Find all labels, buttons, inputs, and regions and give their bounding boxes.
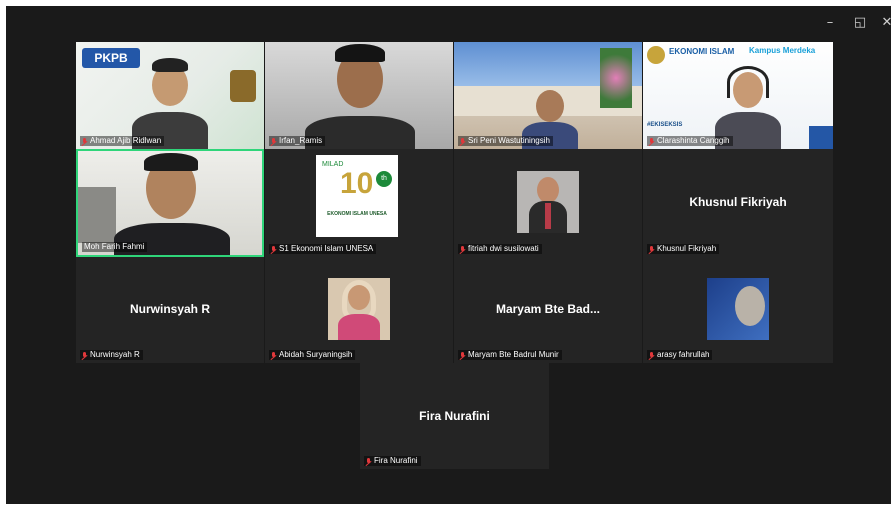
unesa-logo-number: 10 — [340, 167, 374, 200]
mic-muted-icon — [460, 245, 465, 253]
ekonomi-islam-title: EKONOMI ISLAM — [669, 47, 735, 56]
participant-display-name: Khusnul Fikriyah — [689, 195, 787, 209]
university-logo-icon — [647, 46, 665, 64]
restore-icon[interactable]: ◱ — [851, 16, 869, 30]
profile-picture — [517, 171, 579, 233]
mic-muted-icon — [460, 351, 465, 359]
minimize-icon[interactable]: – — [821, 16, 839, 30]
video-tile-s1-ekonomi[interactable]: MILAD 10 th EKONOMI ISLAM UNESA S1 Ekono… — [265, 149, 453, 257]
video-tile-nurwinsyah[interactable]: Nurwinsyah R Nurwinsyah R — [76, 257, 264, 363]
participant-name-label: Ahmad Ajib Ridlwan — [80, 136, 165, 146]
unesa-logo-caption: EKONOMI ISLAM UNESA — [327, 211, 387, 217]
unesa-logo: MILAD 10 th EKONOMI ISLAM UNESA — [316, 155, 398, 237]
video-tile-maryam[interactable]: Maryam Bte Bad... Maryam Bte Badrul Muni… — [454, 257, 642, 363]
participant-name-label: Moh Farih Fahmi — [82, 242, 148, 252]
video-tile-arasy[interactable]: arasy fahrullah — [643, 257, 833, 363]
profile-picture — [328, 278, 390, 340]
profile-picture — [707, 278, 769, 340]
hair-shape — [335, 44, 385, 62]
video-tile-fitriah[interactable]: fitriah dwi susilowati — [454, 149, 642, 257]
hair-shape — [144, 153, 198, 171]
participant-display-name: Fira Nurafini — [419, 409, 490, 423]
mic-muted-icon — [271, 137, 276, 145]
video-tile-fira[interactable]: Fira Nurafini Fira Nurafini — [360, 363, 549, 469]
participant-name-label: Khusnul Fikriyah — [647, 244, 720, 254]
participant-name-label: fitriah dwi susilowati — [458, 244, 542, 254]
video-tile-ahmad[interactable]: PKPB Ahmad Ajib Ridlwan — [76, 42, 264, 149]
participant-name-label: arasy fahrullah — [647, 350, 713, 360]
mic-muted-icon — [649, 137, 654, 145]
video-tile-abidah[interactable]: Abidah Suryaningsih — [265, 257, 453, 363]
video-tile-irfan[interactable]: Irfan_Ramis — [265, 42, 453, 149]
mic-muted-icon — [82, 137, 87, 145]
mic-muted-icon — [649, 245, 654, 253]
close-icon[interactable]: ✕ — [878, 16, 891, 30]
event-badge-icon — [230, 70, 256, 102]
video-tile-moh-farih[interactable]: Moh Farih Fahmi — [76, 149, 264, 257]
headphones-icon — [727, 66, 769, 98]
pkpb-logo: PKPB — [82, 48, 140, 68]
participant-name-label: Fira Nurafini — [364, 456, 421, 466]
orchid-shape — [600, 48, 632, 108]
participant-name-label: Nurwinsyah R — [80, 350, 143, 360]
mic-muted-icon — [649, 351, 654, 359]
participant-name-label: Clarashinta Canggih — [647, 136, 733, 146]
participant-name-label: S1 Ekonomi Islam UNESA — [269, 244, 377, 254]
scarf-shape — [545, 203, 551, 229]
mic-muted-icon — [271, 245, 276, 253]
decor-shape — [809, 126, 833, 149]
unesa-logo-th: th — [376, 171, 392, 187]
participant-name-label: Sri Peni Wastutiningsih — [458, 136, 553, 146]
eki-tag: #EKISEKSIS — [647, 122, 683, 128]
mic-muted-icon — [271, 351, 276, 359]
participant-name-label: Irfan_Ramis — [269, 136, 326, 146]
mic-muted-icon — [82, 351, 87, 359]
cap-shape — [152, 58, 188, 72]
video-tile-khusnul[interactable]: Khusnul Fikriyah Khusnul Fikriyah — [643, 149, 833, 257]
participant-name-label: Maryam Bte Badrul Munir — [458, 350, 562, 360]
mic-muted-icon — [460, 137, 465, 145]
video-tile-sri-peni[interactable]: Sri Peni Wastutiningsih — [454, 42, 642, 149]
participant-display-name: Nurwinsyah R — [129, 302, 210, 316]
window-shape — [78, 187, 116, 243]
participant-body — [338, 314, 380, 340]
kampus-merdeka-title: Kampus Merdeka — [749, 46, 816, 55]
meeting-window: – ◱ ✕ PKPB Ahmad Ajib Ridlwan Irfan_Rami… — [6, 6, 891, 504]
mic-muted-icon — [366, 457, 371, 465]
participant-display-name: Maryam Bte Bad... — [495, 302, 601, 316]
participant-face — [735, 286, 765, 326]
participant-name-label: Abidah Suryaningsih — [269, 350, 356, 360]
video-tile-clarashinta[interactable]: EKONOMI ISLAM Kampus Merdeka #EKISEKSIS … — [643, 42, 833, 149]
participant-face — [537, 177, 559, 203]
participant-face — [536, 90, 564, 122]
